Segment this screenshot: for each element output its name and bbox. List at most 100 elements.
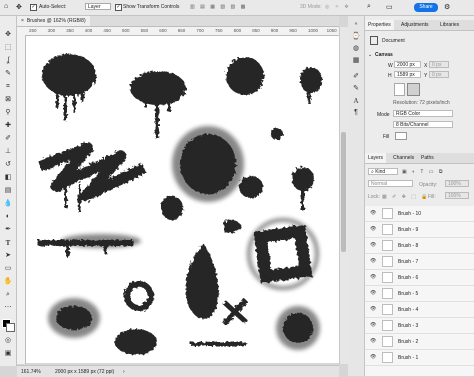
layer-name: Brush - 2 bbox=[398, 339, 419, 345]
eye-icon[interactable]: 👁 bbox=[370, 290, 376, 296]
collapse-icon[interactable]: « bbox=[351, 19, 361, 29]
eye-icon[interactable]: 👁 bbox=[370, 354, 376, 360]
document-tab[interactable]: × Brushes @ 162% (RGB/8) bbox=[17, 16, 90, 26]
3d-mode-icons[interactable]: ◎ ✧ ✥ bbox=[325, 4, 351, 10]
rectangle-icon[interactable]: ▭ bbox=[3, 264, 13, 274]
quick-mask-icon[interactable]: ◎ bbox=[3, 336, 13, 346]
eye-icon[interactable]: 👁 bbox=[370, 210, 376, 216]
screen-mode-icon[interactable]: ▣ bbox=[3, 349, 13, 359]
quick-select-icon[interactable]: ✎ bbox=[3, 69, 13, 79]
landscape-orientation-icon[interactable] bbox=[407, 83, 420, 96]
status-arrow-icon[interactable]: › bbox=[123, 369, 125, 375]
character-icon[interactable]: A bbox=[351, 96, 361, 106]
layer-row[interactable]: 👁 Brush - 6 bbox=[365, 270, 474, 286]
dodge-icon[interactable]: ◐ bbox=[3, 212, 13, 222]
zoom-icon[interactable]: ⌕ bbox=[3, 290, 13, 300]
more-icon[interactable]: ⋯ bbox=[3, 303, 13, 313]
layer-row[interactable]: 👁 Brush - 9 bbox=[365, 222, 474, 238]
eye-icon[interactable]: 👁 bbox=[370, 322, 376, 328]
blur-icon[interactable]: 💧 bbox=[3, 199, 13, 209]
eye-icon[interactable]: 👁 bbox=[370, 274, 376, 280]
healing-icon[interactable]: ✚ bbox=[3, 121, 13, 131]
layer-row[interactable]: 👁 Brush - 3 bbox=[365, 318, 474, 334]
paragraph-icon[interactable]: ¶ bbox=[351, 108, 361, 118]
depth-dropdown[interactable]: 8 Bits/Channel bbox=[393, 121, 453, 128]
search-icon[interactable]: ⌕ bbox=[367, 3, 371, 11]
zoom-level[interactable]: 161.74% bbox=[21, 369, 41, 375]
layer-row[interactable]: 👁 Brush - 2 bbox=[365, 334, 474, 350]
stamp-icon[interactable]: ⊥ bbox=[3, 147, 13, 157]
hand-icon[interactable]: ✋ bbox=[3, 277, 13, 287]
history-brush-icon[interactable]: ↺ bbox=[3, 160, 13, 170]
eyedropper-icon[interactable]: ⚲ bbox=[3, 108, 13, 118]
auto-select-dropdown[interactable]: Layer bbox=[85, 3, 111, 10]
lasso-icon[interactable]: ʆ bbox=[3, 56, 13, 66]
eraser-icon[interactable]: ◧ bbox=[3, 173, 13, 183]
eye-icon[interactable]: 👁 bbox=[370, 226, 376, 232]
height-field[interactable]: 1589 px bbox=[394, 71, 421, 78]
more-options-icon[interactable]: ⚙ bbox=[444, 3, 450, 11]
tab-adjustments[interactable]: Adjustments bbox=[398, 20, 432, 30]
layer-row[interactable]: 👁 Brush - 8 bbox=[365, 238, 474, 254]
home-icon[interactable]: ⌂ bbox=[4, 3, 8, 10]
brush-3-shape bbox=[253, 224, 313, 284]
dot-mid-left-shape bbox=[161, 196, 183, 220]
tab-layers[interactable]: Layers bbox=[365, 153, 387, 163]
share-button[interactable]: Share bbox=[414, 3, 438, 12]
align-icons[interactable]: ▥ ▤ ▦ ▧ ▨ ▩ bbox=[190, 4, 247, 10]
portrait-orientation-icon[interactable] bbox=[394, 83, 405, 96]
pen-icon[interactable]: ✒ bbox=[3, 225, 13, 235]
brush-settings-icon[interactable]: ✐ bbox=[351, 72, 361, 82]
frame-icon[interactable]: ⊠ bbox=[3, 95, 13, 105]
layer-row[interactable]: 👁 Brush - 1 bbox=[365, 350, 474, 366]
background-color-swatch[interactable] bbox=[6, 323, 15, 332]
opacity-field[interactable]: 100% bbox=[445, 180, 469, 187]
layer-row[interactable]: 👁 Brush - 10 bbox=[365, 206, 474, 222]
swatches-icon[interactable]: ▦ bbox=[351, 56, 361, 66]
eye-icon[interactable]: 👁 bbox=[370, 258, 376, 264]
eye-icon[interactable]: 👁 bbox=[370, 242, 376, 248]
tab-properties[interactable]: Properties bbox=[365, 20, 394, 30]
move-tool-preset-icon[interactable]: ✥ bbox=[16, 3, 22, 11]
workspace-icon[interactable]: ▭ bbox=[386, 3, 393, 11]
tab-libraries[interactable]: Libraries bbox=[437, 20, 462, 30]
layer-filter-dropdown[interactable]: ⌕ Kind bbox=[368, 168, 398, 175]
layer-row[interactable]: 👁 Brush - 5 bbox=[365, 286, 474, 302]
move-icon[interactable]: ✥ bbox=[3, 30, 13, 40]
x-field[interactable]: 0 px bbox=[429, 61, 449, 68]
fill-swatch[interactable] bbox=[395, 132, 407, 140]
type-icon[interactable]: T bbox=[3, 238, 13, 248]
brushes-icon[interactable]: ✎ bbox=[351, 84, 361, 94]
marquee-icon[interactable]: ⬚ bbox=[3, 43, 13, 53]
layer-row[interactable]: 👁 Brush - 7 bbox=[365, 254, 474, 270]
vertical-scrollbar[interactable] bbox=[339, 27, 348, 364]
tab-channels[interactable]: Channels bbox=[390, 153, 417, 163]
eye-icon[interactable]: 👁 bbox=[370, 338, 376, 344]
tab-paths[interactable]: Paths bbox=[418, 153, 437, 163]
color-icon[interactable]: ◍ bbox=[351, 44, 361, 54]
y-field[interactable]: 0 px bbox=[429, 71, 449, 78]
gradient-icon[interactable]: ▤ bbox=[3, 186, 13, 196]
close-icon[interactable]: × bbox=[21, 18, 24, 24]
layer-thumbnail bbox=[382, 352, 393, 363]
transform-controls-checkbox[interactable]: ✓ bbox=[115, 4, 122, 11]
mode-dropdown[interactable]: RGB Color bbox=[393, 110, 453, 117]
history-icon[interactable]: ⌚ bbox=[351, 32, 361, 42]
layer-thumbnail bbox=[382, 256, 393, 267]
lock-icons[interactable]: ▦ ✐ ✥ ⬚ 🔒 bbox=[382, 194, 430, 200]
layer-row[interactable]: 👁 Brush - 4 bbox=[365, 302, 474, 318]
chevron-down-icon[interactable]: ⌄ bbox=[368, 52, 372, 58]
brush-4-shape bbox=[185, 244, 219, 319]
auto-select-checkbox[interactable]: ✓ bbox=[30, 4, 37, 11]
layer-filter-icons[interactable]: ▣ ◐ T ▭ ⧉ bbox=[402, 169, 444, 175]
fill-opacity-field[interactable]: 100% bbox=[445, 192, 469, 199]
path-select-icon[interactable]: ➤ bbox=[3, 251, 13, 261]
scrollbar-thumb[interactable] bbox=[341, 132, 346, 252]
brush-icon[interactable]: ✐ bbox=[3, 134, 13, 144]
eye-icon[interactable]: 👁 bbox=[370, 306, 376, 312]
layer-thumbnail bbox=[382, 240, 393, 251]
crop-icon[interactable]: ⌗ bbox=[3, 82, 13, 92]
blend-mode-dropdown[interactable]: Normal bbox=[368, 180, 413, 187]
width-field[interactable]: 2000 px bbox=[394, 61, 421, 68]
document-canvas[interactable] bbox=[26, 36, 339, 363]
